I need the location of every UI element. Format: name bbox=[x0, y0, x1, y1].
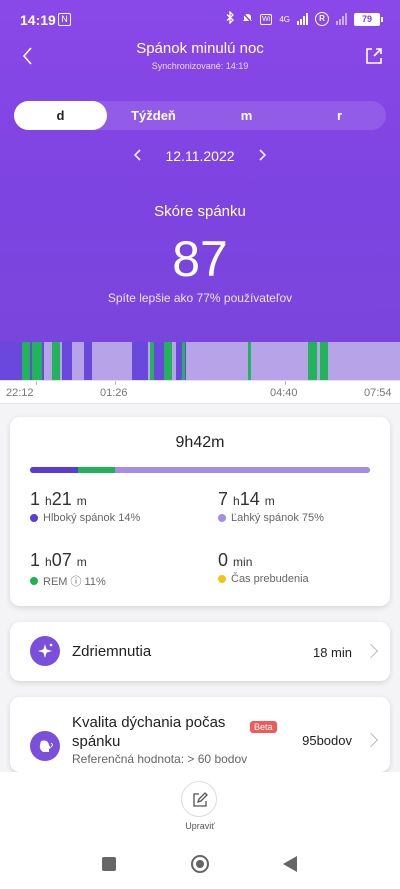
bottom-bar: Upraviť bbox=[0, 772, 400, 889]
total-sleep-duration: 9h42m bbox=[175, 434, 225, 451]
export-button[interactable] bbox=[362, 44, 386, 68]
rem-stage-segment bbox=[182, 342, 185, 380]
awake-stat: 0 min Čas prebudenia bbox=[218, 550, 309, 585]
tick-mark bbox=[36, 381, 37, 385]
signal-icon bbox=[297, 13, 308, 25]
edit-button[interactable] bbox=[181, 781, 217, 817]
deep-sleep-dot bbox=[30, 514, 38, 522]
date-navigator: 12.11.2022 bbox=[0, 148, 400, 164]
rem-stage-segment bbox=[248, 342, 251, 380]
network-type: 4G bbox=[279, 14, 290, 24]
chevron-right-icon bbox=[258, 149, 266, 161]
light-sleep-segment bbox=[114, 467, 370, 473]
edit-label: Upraviť bbox=[185, 821, 215, 831]
deep-stage-segment bbox=[0, 342, 22, 380]
rem-stage-segment bbox=[32, 342, 42, 380]
light-sleep-dot bbox=[218, 514, 226, 522]
tab-day[interactable]: d bbox=[14, 101, 107, 130]
sleep-score: 87 bbox=[172, 231, 228, 287]
tab-year[interactable]: r bbox=[293, 101, 386, 130]
hero-header: 14:19 N Wi 4G R 79 Spánok minulú noc Syn… bbox=[0, 0, 400, 342]
awake-dot bbox=[218, 575, 226, 583]
rem-stage-segment bbox=[308, 342, 317, 380]
chevron-left-icon bbox=[134, 149, 142, 161]
deep-stage-segment bbox=[62, 342, 72, 380]
time-tick: 04:40 bbox=[270, 387, 298, 399]
breathing-title: Kvalita dýchania počas spánku bbox=[72, 713, 225, 751]
prev-date-button[interactable] bbox=[133, 148, 143, 164]
naps-card[interactable]: Zdriemnutia 18 min bbox=[10, 622, 390, 681]
next-date-button[interactable] bbox=[257, 148, 267, 164]
rem-stage-segment bbox=[52, 342, 60, 380]
rem-dot bbox=[30, 577, 38, 585]
breathing-face-icon bbox=[30, 731, 60, 761]
vowifi-icon: Wi bbox=[260, 13, 273, 25]
breathing-reference: Referenčná hodnota: > 60 bodov bbox=[72, 752, 248, 766]
roaming-icon: R bbox=[315, 12, 329, 26]
rem-stage-segment bbox=[320, 342, 328, 380]
battery-icon: 79 bbox=[354, 12, 383, 26]
back-nav-button[interactable] bbox=[283, 856, 297, 872]
naps-value: 18 min bbox=[312, 645, 352, 660]
signal-2-icon bbox=[336, 13, 347, 25]
chevron-right-icon bbox=[363, 732, 379, 748]
time-tick: 22:12 bbox=[6, 387, 34, 399]
breathing-quality-card[interactable]: Kvalita dýchania počas spánku Beta 95bod… bbox=[10, 697, 390, 772]
deep-stage-segment bbox=[84, 342, 92, 380]
tab-week[interactable]: Týždeň bbox=[107, 101, 200, 130]
deep-sleep-stat: 1 h21 m Hlboký spánok 14% bbox=[30, 489, 140, 524]
sleep-summary-card: 9h42m 1 h21 m Hlboký spánok 14% 7 h14 m … bbox=[10, 417, 390, 606]
rem-stage-segment bbox=[22, 342, 30, 380]
time-tick: 01:26 bbox=[100, 387, 128, 399]
chevron-right-icon bbox=[363, 643, 379, 659]
page-title: Spánok minulú noc bbox=[136, 40, 264, 57]
bluetooth-icon bbox=[226, 10, 235, 27]
current-date[interactable]: 12.11.2022 bbox=[165, 148, 234, 164]
period-tabs: d Týždeň m r bbox=[14, 101, 386, 130]
status-bar: 14:19 N Wi 4G R 79 bbox=[0, 0, 400, 40]
export-icon bbox=[366, 48, 382, 64]
breathing-title-line: Kvalita dýchania počas bbox=[72, 714, 226, 731]
status-time: 14:19 bbox=[20, 12, 56, 28]
status-icons: Wi 4G R 79 bbox=[226, 10, 383, 27]
nap-sparkle-icon bbox=[30, 636, 60, 666]
breathing-title-line: spánku bbox=[72, 733, 121, 750]
rem-stat: 1 h07 m REM ⓘ 11% bbox=[30, 550, 106, 589]
time-axis: 22:12 01:26 04:40 07:54 bbox=[0, 380, 400, 404]
stat-label: Hlboký spánok 14% bbox=[43, 512, 141, 524]
score-label: Skóre spánku bbox=[154, 203, 246, 220]
stage-ratio-bar bbox=[30, 467, 370, 473]
sync-status: Synchronizované: 14:19 bbox=[151, 61, 249, 71]
edit-icon bbox=[193, 792, 208, 807]
stat-label: Čas prebudenia bbox=[231, 573, 309, 585]
time-tick: 07:54 bbox=[364, 387, 392, 399]
rem-stage-segment bbox=[164, 342, 172, 380]
naps-title: Zdriemnutia bbox=[72, 643, 152, 660]
stat-value: 7 h14 m bbox=[218, 489, 275, 509]
beta-badge: Beta bbox=[250, 721, 277, 733]
stat-value: 1 h21 m bbox=[30, 489, 87, 509]
light-sleep-stat: 7 h14 m Ľahký spánok 75% bbox=[218, 489, 324, 524]
stat-value: 1 h07 m bbox=[30, 550, 87, 570]
deep-sleep-segment bbox=[30, 467, 78, 473]
rem-segment bbox=[77, 467, 115, 473]
nfc-icon: N bbox=[58, 13, 71, 26]
tab-month[interactable]: m bbox=[200, 101, 293, 130]
stat-label[interactable]: REM ⓘ 11% bbox=[43, 573, 106, 589]
breathing-value: 95bodov bbox=[302, 733, 352, 748]
tick-mark bbox=[115, 381, 116, 385]
sleep-stage-chart[interactable] bbox=[0, 342, 400, 380]
deep-stage-segment bbox=[154, 342, 164, 380]
stat-label: Ľahký spánok 75% bbox=[231, 512, 324, 524]
recents-nav-button[interactable] bbox=[102, 857, 116, 871]
score-comparison: Spíte lepšie ako 77% používateľov bbox=[107, 291, 293, 305]
mute-icon bbox=[242, 12, 253, 27]
home-nav-button[interactable] bbox=[191, 855, 209, 873]
deep-stage-segment bbox=[132, 342, 148, 380]
stat-value: 0 min bbox=[218, 550, 253, 570]
tick-mark bbox=[285, 381, 286, 385]
